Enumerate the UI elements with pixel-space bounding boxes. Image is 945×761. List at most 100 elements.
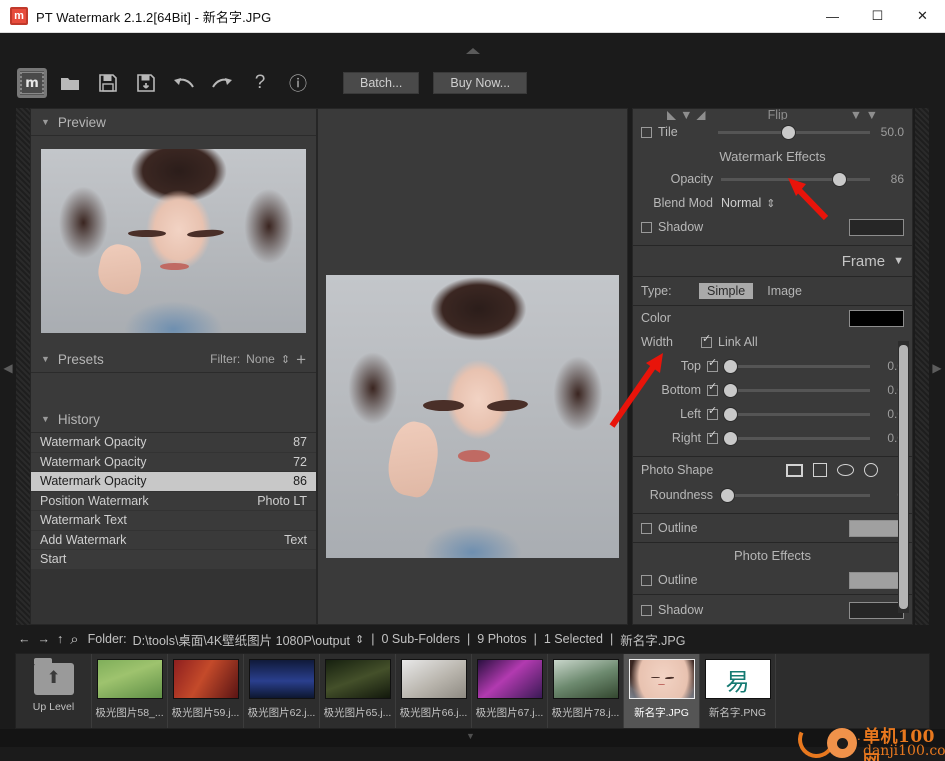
photo-outline-color-swatch[interactable] xyxy=(849,571,904,589)
chevron-down-icon[interactable]: ▼ xyxy=(41,354,50,364)
frame-side-slider[interactable] xyxy=(724,359,870,373)
presets-filter-value[interactable]: None xyxy=(246,352,275,366)
frame-side-slider[interactable] xyxy=(724,383,870,397)
help-icon[interactable]: ? xyxy=(245,68,275,98)
close-icon[interactable]: ✕ xyxy=(900,0,945,33)
shape-circle-icon[interactable] xyxy=(864,463,878,477)
minimize-icon[interactable]: — xyxy=(810,0,855,33)
blend-mode-value[interactable]: Normal xyxy=(721,196,761,210)
frame-color-label: Color xyxy=(641,311,671,325)
filmstrip-item[interactable]: 易新名字.PNG xyxy=(700,654,776,728)
photo-shadow-color-swatch[interactable] xyxy=(849,601,904,619)
tile-label: Tile xyxy=(658,125,678,139)
chevron-down-icon[interactable]: ▼ xyxy=(41,117,50,127)
watermark-shadow-checkbox[interactable] xyxy=(641,221,652,233)
filmstrip-item[interactable]: 极光图片59.j... xyxy=(168,654,244,728)
blend-mode-label: Blend Mod xyxy=(653,196,713,210)
history-row[interactable]: Watermark Text xyxy=(31,511,316,531)
frame-side-checkbox[interactable] xyxy=(707,358,718,372)
filmstrip-item[interactable]: 极光图片78.j... xyxy=(548,654,624,728)
link-all-checkbox[interactable] xyxy=(701,334,712,348)
chevron-up-icon[interactable] xyxy=(465,48,480,54)
frame-outline-color-swatch[interactable] xyxy=(849,519,904,537)
right-collapse-arrow-icon[interactable]: ▶ xyxy=(929,338,945,398)
frame-side-slider[interactable] xyxy=(724,431,870,445)
left-hatch-grip[interactable] xyxy=(16,108,30,625)
frame-side-checkbox[interactable] xyxy=(707,430,718,444)
add-preset-icon[interactable]: + xyxy=(296,351,306,368)
nav-up-icon[interactable]: ↑ xyxy=(57,632,63,646)
presets-panel-header[interactable]: ▼ Presets Filter: None ⇕ + xyxy=(31,346,316,373)
chevron-down-icon[interactable]: ▼ xyxy=(893,255,904,267)
preview-panel-header[interactable]: ▼ Preview xyxy=(31,109,316,136)
flip-controls-row[interactable]: ◣ ▼ ◢ xyxy=(667,109,706,120)
history-row[interactable]: Watermark Opacity 86 xyxy=(31,472,316,492)
filmstrip-item[interactable]: 极光图片66.j... xyxy=(396,654,472,728)
frame-side-slider[interactable] xyxy=(724,407,870,421)
filmstrip-item[interactable]: 极光图片62.j... xyxy=(244,654,320,728)
photo-outline-checkbox[interactable] xyxy=(641,574,652,586)
info-icon[interactable]: ⓘ xyxy=(283,68,313,98)
filmstrip-item[interactable]: 新名字.JPG xyxy=(624,654,700,728)
path-stepper-icon[interactable]: ⇕ xyxy=(355,633,364,646)
opacity-slider[interactable] xyxy=(721,172,870,186)
roundness-slider[interactable] xyxy=(721,488,870,502)
brand-period: . xyxy=(857,728,861,743)
scrollbar-thumb[interactable] xyxy=(899,345,908,609)
tile-checkbox[interactable] xyxy=(641,126,652,138)
filmstrip-item[interactable]: 极光图片65.j... xyxy=(320,654,396,728)
tile-slider[interactable] xyxy=(718,125,870,139)
nav-back-icon[interactable]: ← xyxy=(18,632,31,646)
shape-rect-wide-icon[interactable] xyxy=(786,463,803,477)
canvas-image[interactable] xyxy=(326,275,619,558)
filmstrip-item[interactable]: 极光图片58_... xyxy=(92,654,168,728)
history-row-value: 86 xyxy=(293,474,307,489)
history-row[interactable]: Watermark Opacity 72 xyxy=(31,453,316,472)
frame-type-image-option[interactable]: Image xyxy=(759,283,810,299)
canvas-panel[interactable]: dnaji xyxy=(317,108,690,625)
filter-stepper-icon[interactable]: ⇕ xyxy=(281,353,290,366)
photo-shadow-checkbox[interactable] xyxy=(641,604,652,616)
left-collapse-arrow-icon[interactable]: ◀ xyxy=(0,338,16,398)
save-icon[interactable] xyxy=(93,68,123,98)
maximize-icon[interactable]: ☐ xyxy=(855,0,900,33)
chevron-down-icon[interactable]: ▼ xyxy=(466,731,475,741)
top-collapse-strip[interactable] xyxy=(0,33,945,58)
buy-now-button[interactable]: Buy Now... xyxy=(433,72,528,94)
history-row[interactable]: Position Watermark Photo LT xyxy=(31,492,316,511)
frame-type-simple-option[interactable]: Simple xyxy=(699,283,754,299)
frame-side-checkbox[interactable] xyxy=(707,406,718,420)
history-row-label: Watermark Opacity xyxy=(40,474,147,489)
folder-path[interactable]: D:\tools\桌面\4K壁纸图片 1080P\output xyxy=(133,630,350,649)
history-row[interactable]: Add Watermark Text xyxy=(31,531,316,550)
frame-outline-checkbox[interactable] xyxy=(641,522,652,534)
watermark-shadow-row: Shadow xyxy=(633,215,912,239)
open-folder-icon[interactable] xyxy=(55,68,85,98)
shape-ellipse-icon[interactable] xyxy=(837,464,854,476)
history-panel-header[interactable]: ▼ History xyxy=(31,406,316,433)
history-row[interactable]: Start xyxy=(31,550,316,570)
frame-side-label: Left xyxy=(680,407,701,421)
blend-mode-stepper-icon[interactable]: ⇕ xyxy=(766,197,775,210)
history-row[interactable]: Watermark Opacity 87 xyxy=(31,433,316,453)
nav-forward-icon[interactable]: → xyxy=(38,632,51,646)
right-hatch-grip[interactable] xyxy=(915,108,929,625)
frame-color-swatch[interactable] xyxy=(849,309,904,327)
presets-list[interactable] xyxy=(31,373,316,406)
save-as-icon[interactable] xyxy=(131,68,161,98)
batch-button[interactable]: Batch... xyxy=(343,72,420,94)
history-row-label: Watermark Text xyxy=(40,513,127,528)
search-icon[interactable]: ⌕ xyxy=(70,631,78,648)
frame-section-header[interactable]: Frame ▼ xyxy=(633,246,912,277)
chevron-down-icon[interactable]: ▼ xyxy=(41,414,50,424)
filmstrip-item[interactable]: 极光图片67.j... xyxy=(472,654,548,728)
redo-icon[interactable] xyxy=(207,68,237,98)
right-panel-scrollbar[interactable] xyxy=(898,341,909,613)
shape-square-icon[interactable] xyxy=(813,463,827,477)
frame-side-checkbox[interactable] xyxy=(707,382,718,396)
flip-arrows-icon[interactable]: ▼ ▼ xyxy=(850,109,878,120)
preview-thumbnail-area[interactable] xyxy=(31,136,316,346)
watermark-shadow-color-swatch[interactable] xyxy=(849,218,904,236)
filmstrip-up-level[interactable]: ⬆ Up Level xyxy=(16,654,92,728)
undo-icon[interactable] xyxy=(169,68,199,98)
